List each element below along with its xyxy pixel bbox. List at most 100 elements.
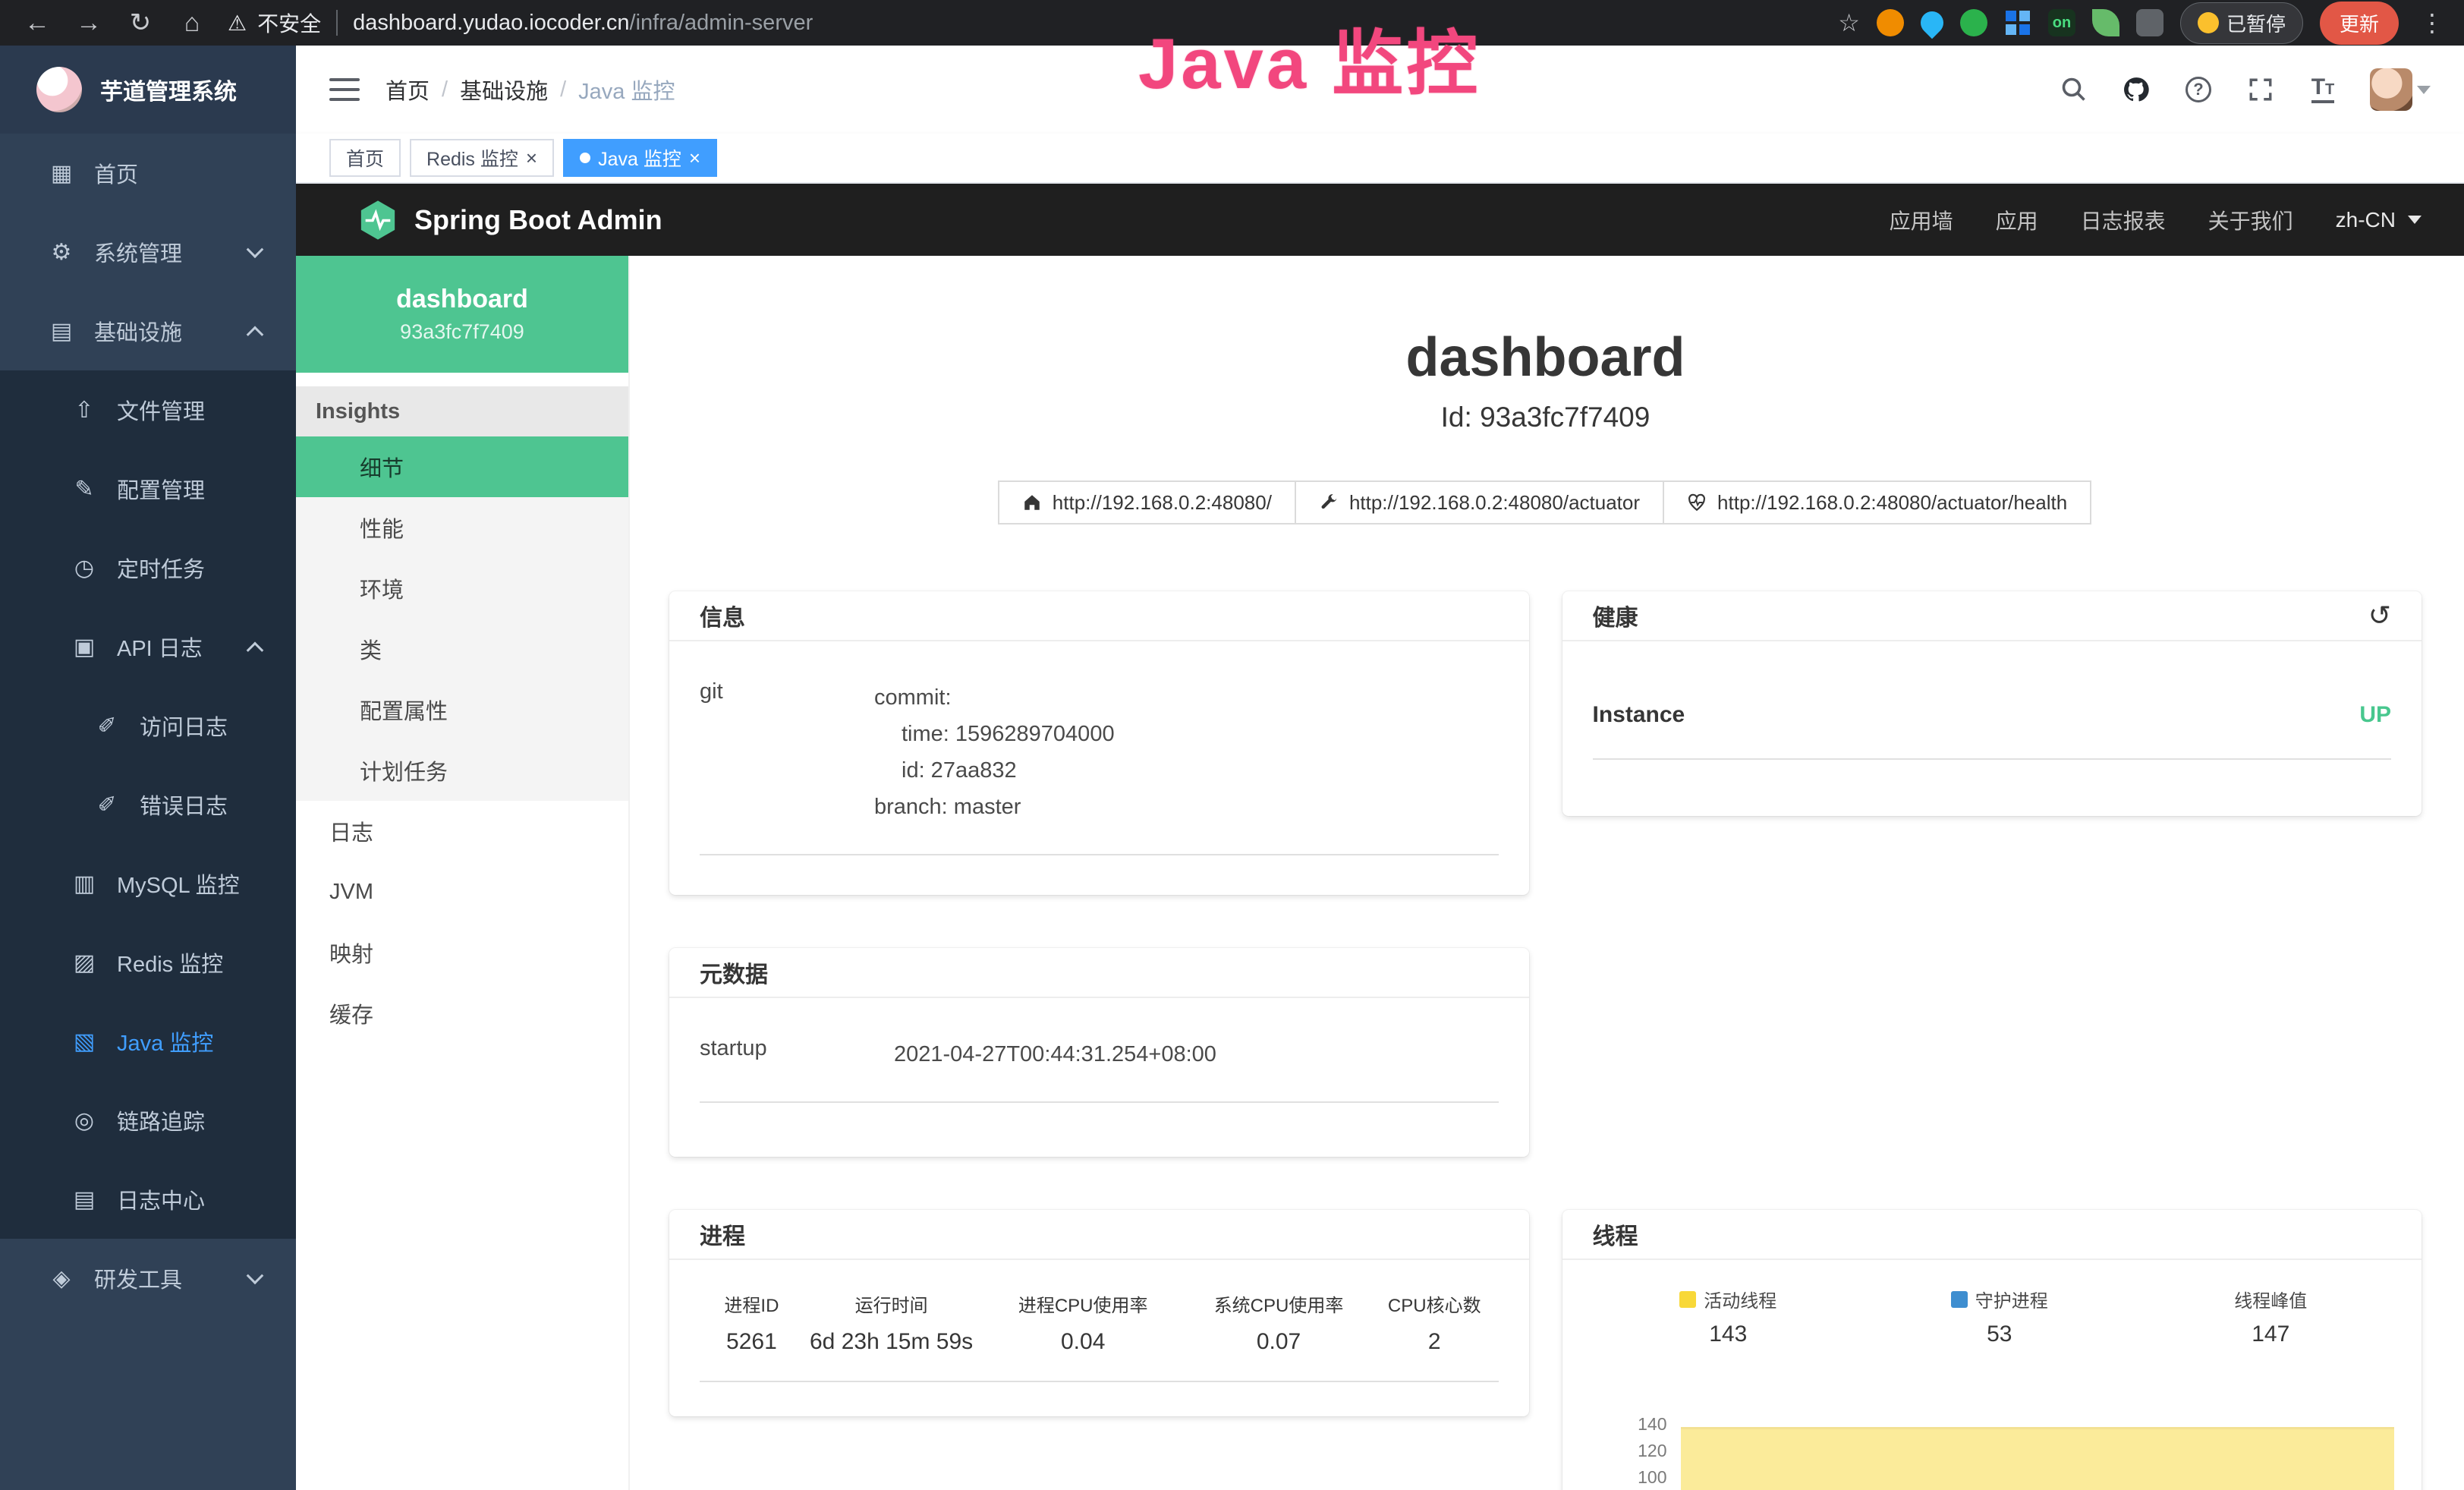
- legend-swatch-blue: [1951, 1291, 1968, 1308]
- browser-menu-icon[interactable]: ⋮: [2415, 8, 2449, 37]
- history-icon[interactable]: ↺: [2368, 600, 2391, 632]
- link-label: http://192.168.0.2:48080/actuator: [1349, 491, 1640, 515]
- sidebar-item-file-manage[interactable]: ⇧文件管理: [0, 370, 296, 449]
- extension-on-badge-icon[interactable]: on: [2048, 9, 2075, 36]
- sba-item-scheduled-tasks[interactable]: 计划任务: [296, 740, 628, 801]
- sidebar-item-dev-tools[interactable]: ◈研发工具: [0, 1239, 296, 1318]
- column-value: 2: [1370, 1329, 1498, 1355]
- fullscreen-icon[interactable]: [2245, 74, 2276, 105]
- header-actions: ? TT: [2059, 68, 2431, 111]
- sba-nav-wallboard[interactable]: 应用墙: [1890, 205, 1953, 235]
- health-row-instance[interactable]: Instance UP: [1593, 702, 2392, 760]
- sidebar-item-log-center[interactable]: ▤日志中心: [0, 1160, 296, 1239]
- sba-item-mappings[interactable]: 映射: [296, 922, 628, 983]
- chevron-down-icon: [247, 241, 264, 258]
- database-icon: ▥: [67, 871, 102, 897]
- sba-item-classes[interactable]: 类: [296, 619, 628, 679]
- browser-home-icon[interactable]: ⌂: [170, 8, 214, 38]
- app-logo[interactable]: 芋道管理系统: [0, 46, 296, 134]
- extension-fox-icon[interactable]: [1877, 9, 1904, 36]
- user-menu[interactable]: [2370, 68, 2431, 111]
- tab-redis-monitor[interactable]: Redis 监控×: [410, 139, 554, 177]
- info-line: time: 1596289704000: [874, 716, 1115, 752]
- locale-selector[interactable]: zh-CN: [2336, 208, 2422, 232]
- sidebar-item-mysql-monitor[interactable]: ▥ MySQL 监控: [0, 844, 296, 923]
- sba-item-config-props[interactable]: 配置属性: [296, 679, 628, 740]
- extension-droplet-icon[interactable]: [1916, 7, 1948, 39]
- log-center-icon: ▤: [67, 1186, 102, 1213]
- tab-label: Java 监控: [598, 144, 681, 172]
- monitor-icon: ▤: [44, 318, 79, 345]
- sba-nav-journal[interactable]: 日志报表: [2081, 205, 2166, 235]
- browser-update-button[interactable]: 更新: [2320, 2, 2399, 45]
- admin-sidebar: 芋道管理系统 ▦首页 ⚙系统管理 ▤基础设施 ⇧文件管理 ✎配置管理 ◷定时任务…: [0, 46, 296, 1490]
- sba-item-metrics[interactable]: 性能: [296, 497, 628, 558]
- sidebar-item-redis-monitor[interactable]: ▨Redis 监控: [0, 923, 296, 1002]
- breadcrumb-home[interactable]: 首页: [385, 74, 430, 106]
- tab-home[interactable]: 首页: [329, 139, 401, 177]
- help-icon[interactable]: ?: [2183, 74, 2214, 105]
- sba-brand[interactable]: Spring Boot Admin: [357, 199, 662, 241]
- extension-green-icon[interactable]: [1960, 9, 1987, 36]
- process-col-pid: 进程ID5261: [700, 1290, 804, 1355]
- browser-forward-icon[interactable]: →: [67, 8, 111, 38]
- layers-icon: ▨: [67, 950, 102, 976]
- search-icon[interactable]: [2059, 74, 2089, 105]
- close-icon[interactable]: ×: [689, 148, 700, 168]
- health-card-header: 健康 ↺: [1562, 591, 2422, 641]
- actuator-url-link[interactable]: http://192.168.0.2:48080/actuator: [1295, 480, 1664, 524]
- process-col-cores: CPU核心数2: [1370, 1290, 1498, 1355]
- sba-nav-about[interactable]: 关于我们: [2208, 205, 2293, 235]
- legend-label: 活动线程: [1704, 1286, 1776, 1312]
- card-title: 进程: [700, 1218, 745, 1251]
- bookmark-star-icon[interactable]: ☆: [1838, 8, 1860, 37]
- extension-grid-icon[interactable]: [2004, 9, 2031, 36]
- sidebar-item-access-log[interactable]: ✐访问日志: [0, 686, 296, 765]
- sidebar-item-java-monitor[interactable]: ▧Java 监控: [0, 1002, 296, 1081]
- instance-subtitle: Id: 93a3fc7f7409: [669, 402, 2422, 433]
- sidebar-item-config-manage[interactable]: ✎配置管理: [0, 449, 296, 528]
- browser-back-icon[interactable]: ←: [15, 8, 59, 38]
- sidebar-item-trace[interactable]: ◎链路追踪: [0, 1081, 296, 1160]
- cards-grid: 信息 git commit: time: 1596289704000 id: 2…: [669, 591, 2422, 1490]
- address-bar[interactable]: ⚠ 不安全 dashboard.yudao.iocoder.cn/infra/a…: [228, 8, 1830, 38]
- process-card-header: 进程: [669, 1210, 1529, 1260]
- tab-java-monitor[interactable]: Java 监控 ×: [563, 139, 717, 177]
- sidebar-item-error-log[interactable]: ✐错误日志: [0, 765, 296, 844]
- page-url: dashboard.yudao.iocoder.cn/infra/admin-s…: [353, 11, 813, 36]
- service-url-link[interactable]: http://192.168.0.2:48080/: [998, 480, 1296, 524]
- sba-item-environment[interactable]: 环境: [296, 558, 628, 619]
- breadcrumb-infra[interactable]: 基础设施: [460, 74, 548, 106]
- instance-block[interactable]: dashboard 93a3fc7f7409: [296, 256, 628, 373]
- extension-leaf-icon[interactable]: [2092, 9, 2119, 36]
- close-icon[interactable]: ×: [526, 148, 537, 168]
- sidebar-item-system[interactable]: ⚙系统管理: [0, 213, 296, 291]
- browser-refresh-icon[interactable]: ↻: [118, 8, 162, 38]
- sidebar-item-label: 文件管理: [117, 394, 205, 426]
- column-value: 6d 23h 15m 59s: [804, 1329, 980, 1355]
- github-icon[interactable]: [2121, 74, 2151, 105]
- sidebar-item-scheduled-jobs[interactable]: ◷定时任务: [0, 528, 296, 607]
- sidebar-item-api-log[interactable]: ▣API 日志: [0, 607, 296, 686]
- extensions-puzzle-icon[interactable]: [2136, 9, 2163, 36]
- card-title: 元数据: [700, 956, 768, 989]
- app-header: 首页 / 基础设施 / Java 监控 ?: [296, 46, 2464, 134]
- sidebar-item-home[interactable]: ▦首页: [0, 134, 296, 213]
- font-size-icon[interactable]: TT: [2308, 74, 2338, 105]
- sba-nav-applications[interactable]: 应用: [1996, 205, 2038, 235]
- sba-item-jvm[interactable]: JVM: [296, 862, 628, 922]
- chart-plot-area: [1678, 1375, 2407, 1490]
- sba-sidebar: dashboard 93a3fc7f7409 Insights 细节 性能 环境…: [296, 256, 630, 1490]
- health-url-link[interactable]: http://192.168.0.2:48080/actuator/health: [1663, 480, 2091, 524]
- sba-item-logs[interactable]: 日志: [296, 801, 628, 862]
- sidebar-item-infrastructure[interactable]: ▤基础设施: [0, 291, 296, 370]
- threads-legend: 活动线程 143 守护进程 53: [1593, 1286, 2407, 1347]
- log-pencil-icon: ✐: [90, 792, 124, 818]
- paused-badge[interactable]: 已暂停: [2180, 2, 2303, 44]
- sba-item-details[interactable]: 细节: [296, 436, 628, 497]
- hamburger-icon[interactable]: [329, 78, 360, 101]
- sba-item-caches[interactable]: 缓存: [296, 983, 628, 1044]
- process-table: 进程ID5261 运行时间6d 23h 15m 59s 进程CPU使用率0.04…: [700, 1290, 1499, 1382]
- caret-down-icon: [2417, 86, 2431, 94]
- sidebar-item-label: MySQL 监控: [117, 868, 240, 899]
